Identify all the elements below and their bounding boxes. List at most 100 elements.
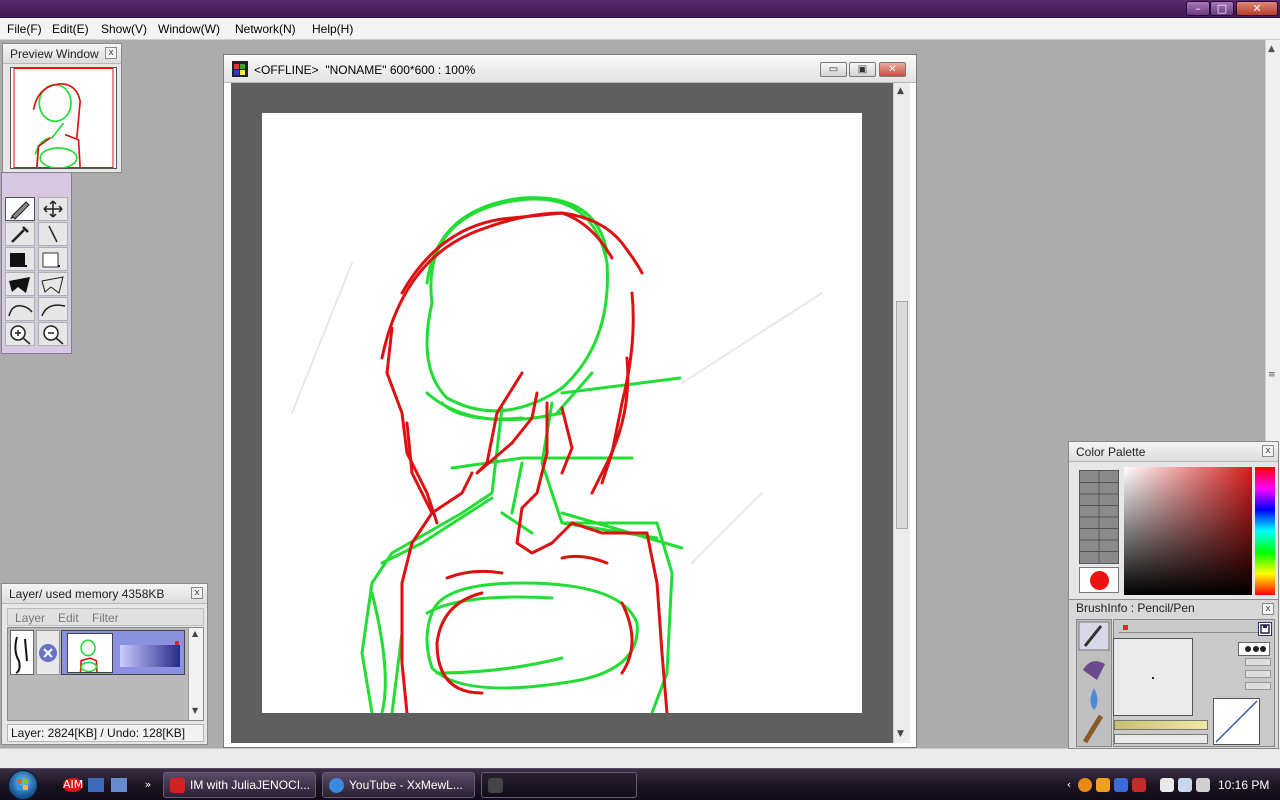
aim-icon[interactable]: AIM — [63, 778, 83, 792]
move-icon — [43, 200, 63, 218]
task-youtube[interactable]: YouTube - XxMewL... — [322, 772, 475, 798]
canvas-area[interactable] — [231, 83, 893, 743]
canvas-window: <OFFLINE> "NONAME" 600*600 : 100% ▭ ▣ ✕ — [223, 54, 917, 748]
preview-thumbnail[interactable] — [10, 67, 117, 169]
layer-panel-close-button[interactable]: x — [191, 587, 203, 599]
brush-info-close-button[interactable]: x — [1262, 603, 1274, 615]
color-palette-close-button[interactable]: x — [1262, 445, 1274, 457]
fill-black-icon — [10, 253, 27, 267]
tray-expand-icon[interactable]: ‹ — [1061, 778, 1077, 792]
brush-size-marker — [1123, 625, 1128, 630]
network-icon[interactable] — [1178, 778, 1192, 792]
tray-firefox-icon[interactable] — [1078, 778, 1092, 792]
tool-palette — [1, 172, 72, 354]
workspace-hscrollbar[interactable] — [0, 748, 1280, 768]
tray-security-icon[interactable] — [1132, 778, 1146, 792]
preview-close-button[interactable]: x — [105, 47, 117, 59]
layer-menu-layer[interactable]: Layer — [15, 611, 45, 625]
tray-device-icon[interactable] — [1160, 778, 1174, 792]
brush-info-title: BrushInfo : Pencil/Pen — [1069, 600, 1278, 616]
color-saturation-picker[interactable] — [1124, 467, 1252, 595]
save-brush-icon[interactable] — [1258, 622, 1272, 636]
curve-icon — [8, 304, 33, 317]
layer-menu-filter[interactable]: Filter — [92, 611, 119, 625]
menu-bar: File(F) Edit(E) Show(V) Window(W) Networ… — [0, 18, 1280, 40]
ie-icon — [329, 778, 344, 793]
close-button[interactable]: ✕ — [1236, 1, 1278, 16]
volume-icon[interactable] — [1196, 778, 1210, 792]
curve-tool-button[interactable] — [5, 297, 35, 321]
pen-tool-button[interactable] — [5, 197, 35, 221]
zoom-out-button[interactable] — [38, 322, 68, 346]
layer-item[interactable] — [61, 630, 185, 675]
layer-list-scrollbar[interactable]: ▲ ▼ — [188, 628, 203, 720]
current-color-swatch[interactable] — [1079, 567, 1119, 593]
quicklaunch-more-icon[interactable]: » — [140, 778, 156, 792]
color-swatch-grid[interactable] — [1079, 470, 1119, 564]
drawing-paper[interactable] — [262, 113, 862, 715]
task-im-window[interactable]: IM with JuliaJENOCI... — [163, 772, 316, 798]
hue-slider[interactable] — [1255, 467, 1275, 595]
layer-status: Layer: 2824[KB] / Undo: 128[KB] — [7, 724, 204, 742]
paint-task-icon — [488, 778, 503, 793]
zoom-in-button[interactable] — [5, 322, 35, 346]
pressure-curve[interactable] — [1213, 698, 1260, 745]
pen-icon — [10, 201, 30, 220]
brush-minimum-slider[interactable] — [1114, 734, 1208, 744]
preview-window-title: Preview Window — [3, 44, 121, 64]
canvas-close-button[interactable]: ✕ — [879, 62, 906, 77]
windows-logo-icon — [17, 779, 28, 790]
scroll-up-icon[interactable]: ▲ — [1268, 44, 1275, 54]
lasso-button[interactable] — [38, 272, 68, 296]
start-button[interactable] — [8, 770, 38, 800]
tray-app-icon[interactable] — [1096, 778, 1110, 792]
canvas-scroll-up-icon[interactable]: ▲ — [897, 86, 904, 96]
fill-black-button[interactable] — [5, 247, 35, 271]
layer-color-marker — [175, 641, 179, 645]
menu-network[interactable]: Network(N) — [235, 22, 296, 36]
task-label: YouTube - XxMewL... — [349, 778, 463, 792]
sketch-drawing — [291, 196, 823, 715]
layer-scroll-up-icon[interactable]: ▲ — [192, 629, 198, 638]
canvas-scroll-down-icon[interactable]: ▼ — [897, 729, 904, 739]
move-tool-button[interactable] — [38, 197, 68, 221]
delete-layer-icon[interactable] — [36, 630, 60, 675]
canvas-vscrollbar[interactable]: ▲ ▼ — [893, 83, 910, 743]
brush-shape-toggle[interactable] — [1238, 642, 1270, 656]
current-color-dot — [1090, 571, 1109, 590]
pen-pressure-icon[interactable] — [10, 630, 34, 675]
canvas-maximize-button[interactable]: ▣ — [849, 62, 876, 77]
canvas-scroll-thumb[interactable] — [896, 301, 908, 529]
task-paint-app[interactable] — [481, 772, 637, 798]
brush-density-slider[interactable] — [1114, 720, 1208, 730]
maximize-button[interactable]: □ — [1210, 1, 1234, 16]
lasso-fill-button[interactable] — [5, 272, 35, 296]
eyedropper-tool-button[interactable] — [5, 222, 35, 246]
brush-preview — [1113, 638, 1193, 716]
menu-show[interactable]: Show(V) — [101, 22, 147, 36]
tray-network-app-icon[interactable] — [1114, 778, 1128, 792]
layer-scroll-down-icon[interactable]: ▼ — [192, 706, 198, 715]
scroll-grip-icon[interactable]: ≡ — [1268, 370, 1276, 380]
show-desktop-icon[interactable] — [88, 778, 104, 792]
fill-white-button[interactable] — [38, 247, 68, 271]
minimize-button[interactable]: – — [1186, 1, 1210, 16]
curve-alt-tool-button[interactable] — [38, 297, 68, 321]
brush-size-tabs[interactable] — [1119, 623, 1269, 633]
canvas-minimize-button[interactable]: ▭ — [820, 62, 847, 77]
layer-thumbnail — [67, 633, 113, 673]
clock[interactable]: 10:16 PM — [1218, 778, 1269, 792]
brush-option-sliders[interactable] — [1245, 658, 1271, 694]
brush-dot — [1152, 677, 1154, 679]
menu-help[interactable]: Help(H) — [312, 22, 353, 36]
curve-alt-icon — [41, 304, 66, 317]
menu-edit[interactable]: Edit(E) — [52, 22, 89, 36]
switch-windows-icon[interactable] — [111, 778, 127, 792]
layer-menu-edit[interactable]: Edit — [58, 611, 79, 625]
menu-file[interactable]: File(F) — [7, 22, 42, 36]
line-tool-button[interactable] — [38, 222, 68, 246]
app-title-bar: – □ ✕ — [0, 0, 1280, 18]
preview-window: Preview Window x — [2, 43, 122, 173]
zoom-out-icon — [43, 325, 64, 345]
menu-window[interactable]: Window(W) — [158, 22, 220, 36]
